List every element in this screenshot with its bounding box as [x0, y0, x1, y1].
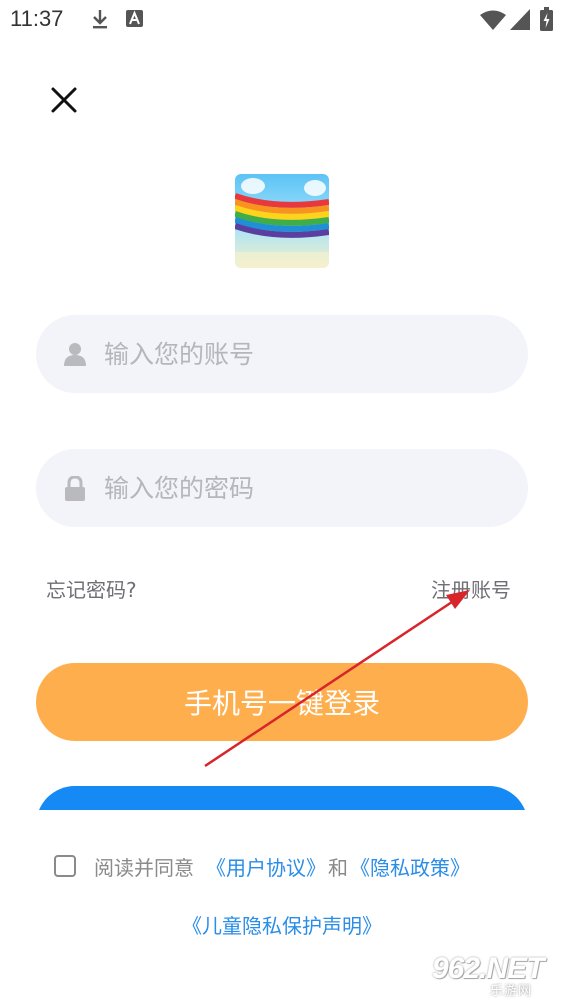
- phone-login-label: 手机号一键登录: [183, 687, 380, 720]
- forgot-password-link[interactable]: 忘记密码?: [46, 574, 137, 603]
- account-field[interactable]: [36, 315, 528, 393]
- phone-login-button[interactable]: 手机号一键登录: [36, 663, 528, 741]
- child-privacy-link[interactable]: 《儿童隐私保护声明》: [0, 910, 564, 939]
- privacy-policy-link[interactable]: 《隐私政策》: [350, 852, 470, 881]
- agree-prefix: 阅读并同意: [94, 855, 194, 880]
- app-logo: [235, 174, 329, 268]
- status-time: 11:37: [10, 6, 64, 31]
- secondary-login-button[interactable]: [36, 786, 528, 810]
- account-input[interactable]: [104, 315, 504, 393]
- agree-checkbox[interactable]: [54, 855, 76, 877]
- battery-charging-icon: [540, 7, 553, 31]
- watermark-sub: 乐游网: [490, 984, 533, 999]
- register-link[interactable]: 注册账号: [431, 574, 511, 603]
- wifi-icon: [480, 10, 506, 30]
- rainbow-app-logo: [235, 174, 329, 268]
- user-agreement-link[interactable]: 《用户协议》: [206, 852, 326, 881]
- secondary-login-button-area: [36, 786, 528, 810]
- password-input[interactable]: [104, 449, 504, 527]
- download-icon: [93, 10, 107, 29]
- password-field[interactable]: [36, 449, 528, 527]
- status-bar: 11:37: [0, 0, 564, 40]
- agree-and-text: 和: [328, 855, 348, 880]
- watermark: 962.NET 乐游网: [424, 952, 560, 1000]
- a-notification-icon: [126, 10, 143, 27]
- close-button[interactable]: [44, 80, 84, 120]
- lock-icon: [65, 476, 85, 501]
- user-icon: [64, 343, 86, 366]
- close-icon: [51, 87, 77, 113]
- agreement-row: 阅读并同意 《用户协议》 和 《隐私政策》: [54, 850, 470, 882]
- signal-icon: [510, 9, 530, 30]
